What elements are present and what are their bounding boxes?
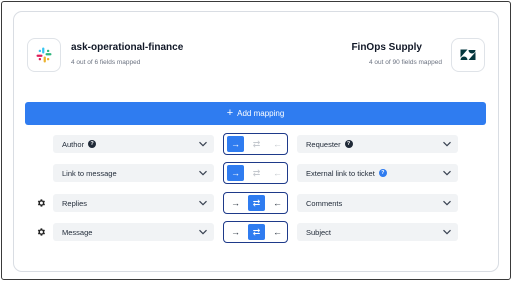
settings-gear-icon[interactable] [36,227,46,237]
sync-direction-toggle: → ⇄ ← [223,192,288,214]
source-fields-mapped: 4 out of 6 fields mapped [71,59,141,66]
plus-icon: + [226,107,234,119]
help-icon[interactable]: ? [88,140,97,148]
direction-to-target-button[interactable]: → [227,195,244,211]
source-field-select[interactable]: Author ? [53,135,214,153]
sync-direction-toggle: → ⇄ ← [223,162,288,184]
source-field-select[interactable]: Link to message [53,164,214,182]
slack-logo-icon [36,47,52,63]
direction-to-target-button[interactable]: → [227,165,244,181]
source-field-select[interactable]: Replies [53,194,214,212]
target-field-label: Comments [306,198,343,208]
direction-bidirectional-button[interactable]: ⇄ [248,136,265,152]
target-field-label: Requester [306,139,341,149]
target-field-select[interactable]: External link to ticket ? [297,164,458,182]
target-fields-mapped: 4 out of 90 fields mapped [369,59,442,66]
add-mapping-button[interactable]: + Add mapping [25,102,486,125]
source-field-label: Message [62,227,93,237]
help-icon[interactable]: ? [378,169,387,177]
chevron-down-icon [443,229,451,235]
sync-direction-toggle: → ⇄ ← [223,133,288,155]
target-field-label: Subject [306,227,332,237]
target-field-select[interactable]: Subject [297,223,458,241]
source-app-name: ask-operational-finance [71,42,184,53]
chevron-down-icon [443,200,451,206]
help-icon[interactable]: ? [344,140,353,148]
target-field-select[interactable]: Requester ? [297,135,458,153]
add-mapping-label: Add mapping [237,109,285,118]
sync-direction-toggle: → ⇄ ← [223,221,288,243]
target-field-label: External link to ticket [306,168,375,178]
target-app-icon [451,38,485,72]
chevron-down-icon [443,141,451,147]
direction-to-source-button[interactable]: ← [269,195,286,211]
chevron-down-icon [199,200,207,206]
direction-to-source-button[interactable]: ← [269,165,286,181]
direction-to-source-button[interactable]: ← [269,224,286,240]
source-field-label: Replies [62,198,88,208]
target-field-select[interactable]: Comments [297,194,458,212]
source-field-label: Link to message [62,168,117,178]
direction-to-source-button[interactable]: ← [269,136,286,152]
target-app-name: FinOps Supply [351,42,422,53]
chevron-down-icon [443,170,451,176]
source-app-icon [27,38,61,72]
source-field-label: Author [62,139,85,149]
direction-to-target-button[interactable]: → [227,136,244,152]
direction-bidirectional-button[interactable]: ⇄ [248,195,265,211]
chevron-down-icon [199,229,207,235]
direction-bidirectional-button[interactable]: ⇄ [248,224,265,240]
chevron-down-icon [199,141,207,147]
zendesk-logo-icon [460,49,476,60]
direction-to-target-button[interactable]: → [227,224,244,240]
settings-gear-icon[interactable] [36,198,46,208]
direction-bidirectional-button[interactable]: ⇄ [248,165,265,181]
chevron-down-icon [199,170,207,176]
source-field-select[interactable]: Message [53,223,214,241]
